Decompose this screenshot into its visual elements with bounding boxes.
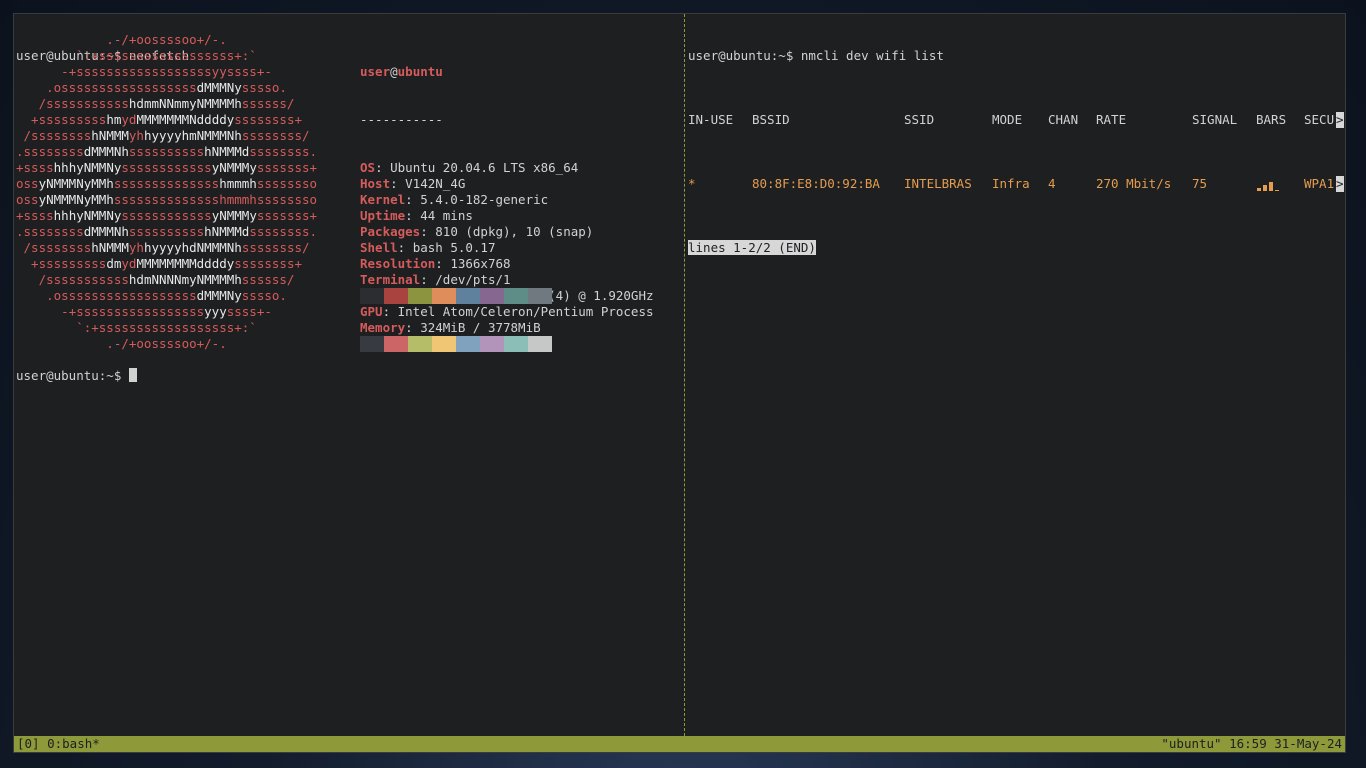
cell-security: WPA1	[1304, 176, 1335, 191]
cell-mode: Infra	[992, 176, 1030, 191]
table-row[interactable]: * 80:8F:E8:D0:92:BA INTELBRAS Infra 4 27…	[688, 176, 1346, 192]
palette-swatch	[408, 336, 432, 352]
cell-rate: 270 Mbit/s	[1096, 176, 1172, 191]
cell-chan: 4	[1048, 176, 1056, 191]
color-palette	[360, 256, 552, 384]
pager-status-line[interactable]: lines 1-2/2 (END)	[688, 240, 1346, 256]
palette-swatch	[432, 288, 456, 304]
logo-line: .-/+oossssoo+/-.	[16, 32, 227, 47]
header-ssid: SSID	[904, 112, 935, 127]
info-separator: -----------	[360, 112, 443, 127]
shell-prompt-line[interactable]: user@ubuntu:~$	[16, 368, 137, 384]
palette-swatch	[528, 336, 552, 352]
logo-line: ossyNMMMNyMMhsssssssssssssshmmmhssssssso	[16, 192, 318, 207]
window-list[interactable]: [0] 0:bash*	[17, 736, 100, 752]
palette-swatch	[456, 288, 480, 304]
palette-swatch	[504, 336, 528, 352]
header-in-use: IN-USE	[688, 112, 734, 127]
shell-prompt: user@ubuntu:~$	[16, 368, 129, 383]
info-line-host: Host: V142N_4G	[360, 176, 466, 191]
header-bars: BARS	[1256, 112, 1287, 127]
logo-line: ossyNMMMNyMMhsssssssssssssshmmmhssssssso	[16, 176, 318, 191]
info-line-os: OS: Ubuntu 20.04.6 LTS x86_64	[360, 160, 579, 175]
truncation-marker-row: >	[1336, 176, 1344, 192]
palette-swatch	[384, 336, 408, 352]
cell-signal: 75	[1192, 176, 1208, 191]
palette-swatch	[528, 288, 552, 304]
logo-line: .-/+oossssoo+/-.	[16, 336, 227, 351]
logo-line: .ssssssssdMMMNhsssssssssshNMMMdssssssss.	[16, 224, 318, 239]
logo-line: /sssssssshNMMMyhhyyyyhmNMMMNhssssssss/	[16, 128, 310, 143]
user-host-title: user@ubuntu	[360, 64, 443, 79]
header-security: SECU	[1304, 112, 1335, 127]
tmux-terminal-window[interactable]: user@ubuntu:~$ neofetch .-/+oossssoo+/-.…	[13, 13, 1346, 753]
logo-line: .ossssssssssssssssssdMMMNysssso.	[16, 288, 287, 303]
signal-bars-icon	[1256, 179, 1288, 191]
header-bssid: BSSID	[752, 112, 790, 127]
logo-line: /sssssssshNMMMyhhyyyyhdNMMMNhssssssss/	[16, 240, 310, 255]
pane-divider[interactable]	[684, 14, 685, 736]
nmcli-command-line: user@ubuntu:~$ nmcli dev wifi list	[688, 48, 944, 63]
logo-line: `:+ssssssssssssssssss+:`	[16, 320, 257, 335]
info-line-shell: Shell: bash 5.0.17	[360, 240, 496, 255]
wifi-table-header: IN-USE BSSID SSID MODE CHAN RATE SIGNAL …	[688, 112, 1346, 128]
pager-end-indicator: lines 1-2/2 (END)	[688, 240, 816, 255]
status-host-clock: "ubuntu" 16:59 31-May-24	[1161, 736, 1342, 751]
cell-bssid: 80:8F:E8:D0:92:BA	[752, 176, 880, 191]
header-mode: MODE	[992, 112, 1023, 127]
logo-line: .ssssssssdMMMNhsssssssssshNMMMdssssssss.	[16, 144, 318, 159]
logo-line: +sssshhhyNMMNyssssssssssssyNMMMysssssss+	[16, 160, 318, 175]
logo-line: -+ssssssssssssssssssyyssss+-	[16, 64, 272, 79]
header-signal: SIGNAL	[1192, 112, 1238, 127]
palette-swatch	[480, 336, 504, 352]
truncation-marker: >	[1336, 112, 1344, 128]
palette-swatch	[432, 336, 456, 352]
palette-swatch	[360, 336, 384, 352]
logo-line: .ossssssssssssssssssdMMMNysssso.	[16, 80, 287, 95]
logo-line: -+sssssssssssssssssyyyssss+-	[16, 304, 272, 319]
info-line-uptime: Uptime: 44 mins	[360, 208, 473, 223]
right-pane[interactable]: user@ubuntu:~$ nmcli dev wifi list IN-US…	[688, 16, 1346, 732]
tmux-status-bar: [0] 0:bash* "ubuntu" 16:59 31-May-24	[14, 736, 1345, 752]
cell-in-use: *	[688, 176, 696, 191]
logo-line: `:+ssssssssssssssssss+:`	[16, 48, 257, 63]
palette-swatch	[456, 336, 480, 352]
logo-line: +sssshhhyNMMNyssssssssssssyNMMMysssssss+	[16, 208, 318, 223]
header-rate: RATE	[1096, 112, 1127, 127]
palette-swatch	[504, 288, 528, 304]
palette-swatch	[480, 288, 504, 304]
cell-ssid: INTELBRAS	[904, 176, 972, 191]
ubuntu-ascii-logo: .-/+oossssoo+/-. `:+ssssssssssssssssss+:…	[16, 32, 356, 352]
logo-line: +ssssssssshmydMMMMMMMNddddyssssssss+	[16, 112, 303, 127]
palette-swatch	[384, 288, 408, 304]
info-line-packages: Packages: 810 (dpkg), 10 (snap)	[360, 224, 594, 239]
logo-line: /ssssssssssshdmmNNmmyNMMMMhssssss/	[16, 96, 295, 111]
logo-line: /ssssssssssshdmNNNNmyNMMMMhssssss/	[16, 272, 295, 287]
palette-swatch	[408, 288, 432, 304]
logo-line: +sssssssssdmydMMMMMMMMddddyssssssss+	[16, 256, 303, 271]
left-pane[interactable]: user@ubuntu:~$ neofetch .-/+oossssoo+/-.…	[16, 16, 684, 732]
info-line-kernel: Kernel: 5.4.0-182-generic	[360, 192, 549, 207]
header-chan: CHAN	[1048, 112, 1079, 127]
text-cursor	[128, 368, 137, 382]
palette-swatch	[360, 288, 384, 304]
